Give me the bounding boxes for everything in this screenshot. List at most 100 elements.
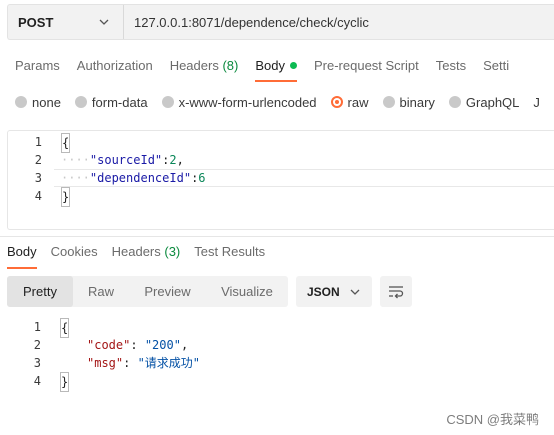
line-number: 4 [34,189,42,203]
indent-guide: ···· [61,153,90,167]
radio-urlencoded-label: x-www-form-urlencoded [178,94,317,110]
radio-selected-icon [330,96,343,108]
chevron-down-icon [99,19,109,25]
radio-form-data-label: form-data [91,94,148,110]
json-value: "200" [144,338,181,352]
radio-circle-icon [161,96,174,108]
request-bar: POST 127.0.0.1:8071/dependence/check/cyc… [7,4,554,40]
view-pretty-label: Pretty [23,284,57,299]
json-line: "msg": "请求成功" [87,354,200,372]
radio-circle-icon [74,96,87,108]
json-key: "dependenceId" [89,171,192,185]
json-close-brace: } [61,187,71,207]
response-tab-cookies-label: Cookies [50,244,98,259]
line-number: 4 [33,374,41,388]
tab-settings[interactable]: Setti [475,58,517,82]
line-number: 3 [34,171,42,185]
tab-settings-label: Setti [483,58,510,73]
tab-params-label: Params [15,58,60,73]
json-value: "请求成功" [137,356,201,370]
editor-line: 1 { [8,133,554,153]
json-open-brace: { [61,133,71,153]
response-tab-cookies[interactable]: Cookies [44,243,105,269]
radio-raw[interactable]: raw [330,94,369,110]
request-body-editor[interactable]: 1 { 2 ····"sourceId":2, 3 ····"dependenc… [7,130,554,230]
radio-binary[interactable]: binary [382,94,435,110]
tab-headers[interactable]: Headers (8) [162,58,247,82]
json-comma: , [180,338,189,352]
editor-line: 2 ····"sourceId":2, [8,151,554,169]
radio-circle-icon [15,96,27,108]
editor-line: 4 } [8,187,554,207]
radio-none-label: none [32,94,61,110]
json-separator: : [130,338,145,352]
response-tab-headers[interactable]: Headers (3) [105,243,188,269]
json-line: ····"sourceId":2, [61,151,184,169]
json-separator: : [123,356,138,370]
response-tab-headers-label: Headers [111,244,161,259]
tab-tests[interactable]: Tests [428,58,474,82]
tab-body[interactable]: Body [247,58,305,82]
json-line: ····"dependenceId":6 [61,169,206,187]
indent-guide: ···· [61,171,90,185]
tab-tests-label: Tests [435,58,467,73]
editor-line-current: 3 ····"dependenceId":6 [8,169,554,187]
radio-graphql-label: GraphQL [465,94,520,110]
method-select[interactable]: POST [8,5,124,39]
viewer-line: 4 } [7,372,554,392]
json-key: "sourceId" [89,153,163,167]
radio-none[interactable]: none [15,95,61,110]
response-divider [0,236,554,237]
wrap-lines-button[interactable] [380,276,412,307]
line-number: 1 [34,135,42,149]
view-pretty-button[interactable]: Pretty [7,276,73,307]
response-tab-test-results-label: Test Results [194,244,266,259]
json-value: 2 [169,153,177,167]
radio-raw-label: raw [347,94,369,110]
view-visualize-button[interactable]: Visualize [206,276,288,307]
tab-authorization-label: Authorization [76,58,153,73]
radio-graphql[interactable]: GraphQL [448,94,520,110]
view-preview-button[interactable]: Preview [129,276,206,307]
wrap-lines-icon [389,285,404,298]
radio-x-www-form-urlencoded[interactable]: x-www-form-urlencoded [161,94,317,110]
json-open-brace: { [60,318,70,338]
method-label: POST [18,14,54,30]
body-type-radio-group: none form-data x-www-form-urlencoded raw… [0,92,554,112]
body-type-dropdown[interactable]: J [533,95,540,110]
line-number: 2 [33,338,41,352]
json-comma: , [176,153,184,167]
json-value: 6 [198,171,206,185]
response-tab-test-results[interactable]: Test Results [187,243,272,269]
line-number: 1 [33,320,41,334]
json-line: "code": "200", [87,336,188,354]
tab-params[interactable]: Params [0,58,68,82]
response-tab-body-label: Body [7,244,37,259]
format-dropdown[interactable]: JSON [296,276,372,307]
tab-authorization[interactable]: Authorization [69,58,161,82]
response-tab-body[interactable]: Body [0,243,44,269]
radio-circle-icon [448,96,461,108]
radio-binary-label: binary [399,94,435,110]
response-tab-headers-count: (3) [164,244,181,259]
view-raw-label: Raw [87,284,114,299]
response-tabs: Body Cookies Headers (3) Test Results [0,243,272,269]
view-preview-label: Preview [144,284,191,299]
tab-pre-request-script[interactable]: Pre-request Script [306,58,427,82]
line-number: 3 [33,356,41,370]
url-input[interactable]: 127.0.0.1:8071/dependence/check/cyclic [124,5,554,39]
tab-headers-count: (8) [222,58,239,73]
url-text: 127.0.0.1:8071/dependence/check/cyclic [134,14,369,30]
json-key: "msg" [87,356,124,370]
watermark: CSDN @我菜鸭 [446,412,539,427]
request-tabs: Params Authorization Headers (8) Body Pr… [0,48,554,82]
body-type-dropdown-label: J [533,94,540,110]
viewer-line: 2 "code": "200", [7,336,554,354]
tab-headers-label: Headers [169,58,219,73]
radio-circle-icon [382,96,395,108]
radio-form-data[interactable]: form-data [74,94,148,110]
tab-pre-request-script-label: Pre-request Script [313,58,419,73]
response-body-viewer[interactable]: 1 { 2 "code": "200", 3 "msg": "请求成功" 4 } [7,318,554,398]
body-status-dot-icon [289,62,297,69]
view-raw-button[interactable]: Raw [73,276,129,307]
